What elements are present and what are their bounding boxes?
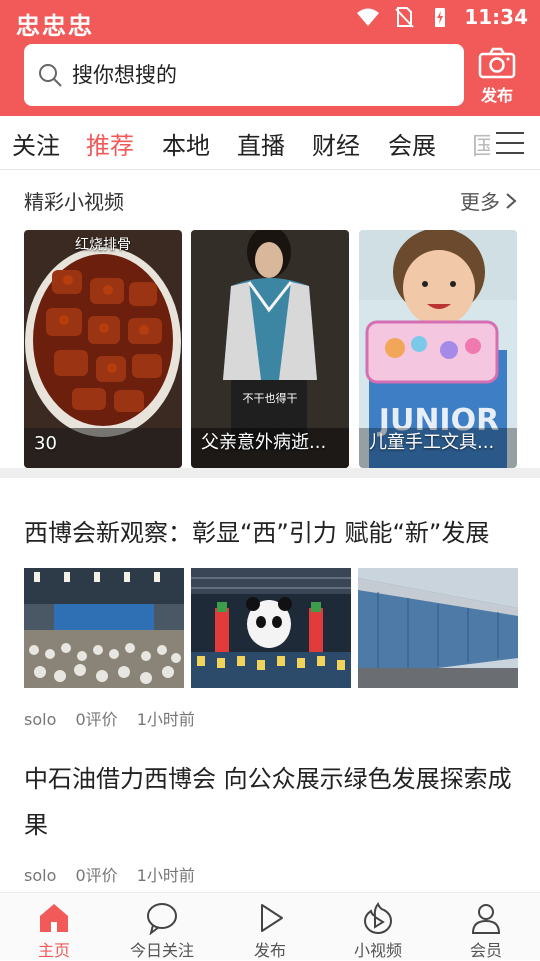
publish-camera-button[interactable]: 发布 [470, 46, 524, 106]
article-time: 1小时前 [136, 866, 195, 885]
video-overlay-text: 不干也得干 [242, 392, 298, 405]
home-icon [40, 904, 68, 932]
panda-display-photo [191, 568, 351, 688]
nav-short-video[interactable]: 小视频 [324, 901, 432, 961]
article-title[interactable]: 中石油借力西博会 向公众展示绿色发展探索成果 [24, 756, 518, 848]
publish-label: 发布 [480, 86, 513, 105]
chat-bubble-icon [147, 903, 177, 935]
video-caption: 父亲意外病逝... [201, 432, 327, 453]
play-triangle-icon [261, 904, 283, 932]
article-time: 1小时前 [136, 710, 195, 729]
article-comments: 0评价 [75, 866, 118, 885]
user-icon [471, 904, 501, 934]
tabs-menu-button[interactable] [490, 126, 530, 160]
article-title[interactable]: 西博会新观察：彰显“西”引力 赋能“新”发展 [24, 510, 518, 556]
article-comments: 0评价 [75, 710, 118, 729]
tab-finance[interactable]: 财经 [312, 126, 360, 161]
bottom-navigation: 主页 今日关注 发布 小视频 会员 [0, 892, 540, 960]
more-link[interactable]: 更多 [460, 186, 518, 215]
video-card[interactable]: JUNIOR 儿童手工文具... [359, 230, 517, 468]
video-card[interactable]: 不干也得干 父亲意外病逝... [191, 230, 349, 468]
nav-home[interactable]: 主页 [0, 901, 108, 961]
article-image [24, 568, 184, 688]
search-input[interactable] [72, 63, 452, 87]
battery-charging-icon [435, 8, 446, 27]
chevron-right-icon [506, 192, 517, 209]
tab-local[interactable]: 本地 [162, 126, 210, 161]
nav-today-follow[interactable]: 今日关注 [108, 901, 216, 961]
camera-icon [478, 47, 516, 79]
video-card[interactable]: 红烧排骨 30 [24, 230, 182, 468]
section-divider [0, 468, 540, 478]
video-overlay-text: 红烧排骨 [75, 237, 131, 253]
article-meta: solo 0评价 1小时前 [24, 706, 209, 730]
no-sim-icon [395, 7, 415, 28]
nav-member[interactable]: 会员 [432, 901, 540, 961]
tab-live[interactable]: 直播 [237, 126, 285, 161]
article-author: solo [24, 710, 57, 729]
tab-partial[interactable]: 国 [472, 126, 492, 161]
video-caption: 30 [34, 433, 57, 454]
status-time: 11:34 [464, 5, 528, 29]
category-tabs: 关注 推荐 本地 直播 财经 会展 国 [0, 116, 540, 170]
article-images[interactable] [24, 568, 518, 688]
article-image [191, 568, 351, 688]
tab-follow[interactable]: 关注 [12, 126, 60, 161]
video-flame-icon [363, 902, 393, 934]
tab-recommend[interactable]: 推荐 [86, 126, 134, 161]
article-image [358, 568, 518, 688]
video-caption: 儿童手工文具... [369, 432, 495, 453]
section-title: 精彩小视频 [24, 190, 124, 214]
article-meta: solo 0评价 1小时前 [24, 862, 209, 886]
conference-hall-photo [24, 568, 184, 688]
app-header: 忠忠忠 11:34 发布 [0, 0, 540, 116]
article-author: solo [24, 866, 57, 885]
expo-building-photo [358, 568, 518, 688]
videos-section-header: 精彩小视频 更多 [24, 186, 518, 216]
tab-expo[interactable]: 会展 [388, 126, 436, 161]
wifi-icon [357, 8, 380, 26]
search-bar[interactable] [24, 44, 464, 106]
nav-publish[interactable]: 发布 [216, 901, 324, 961]
search-icon [39, 64, 62, 87]
status-bar: 忠忠忠 11:34 [0, 0, 540, 40]
status-app-icons: 忠忠忠 [16, 12, 94, 40]
